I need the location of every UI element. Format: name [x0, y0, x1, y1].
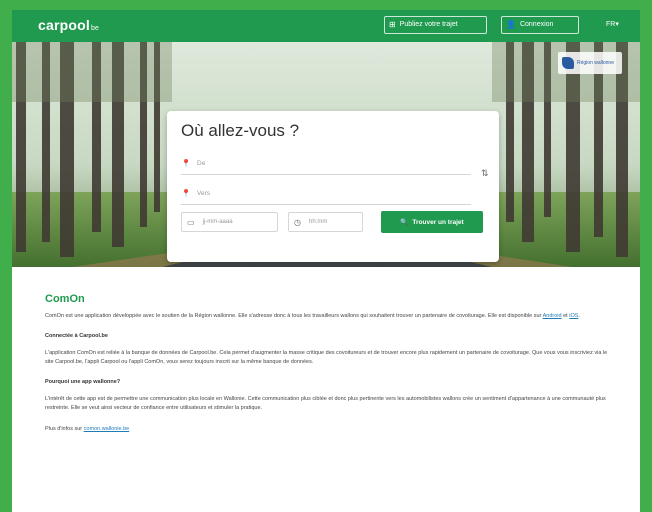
date-placeholder: jj-mm-aaaa	[202, 219, 233, 225]
logo-suffix: be	[90, 25, 100, 32]
subheading-connected: Connectée à Carpool.be	[45, 333, 108, 339]
hero-banner: Région wallonne Où allez-vous ? 📍 De 📍 V…	[12, 42, 640, 267]
clock-icon: ◷	[294, 217, 301, 227]
comon-website-link[interactable]: comon.wallonie.be	[84, 426, 130, 432]
to-placeholder: Vers	[197, 189, 211, 197]
login-button[interactable]: 👤 Connexion	[501, 16, 579, 34]
publish-trip-label: Publiez votre trajet	[399, 21, 458, 28]
date-field[interactable]: ▭ jj-mm-aaaa	[181, 212, 278, 232]
region-wallonne-badge: Région wallonne	[558, 52, 622, 74]
to-field[interactable]: 📍 Vers	[181, 182, 471, 205]
more-info-prefix: Plus d'infos sur	[45, 426, 83, 432]
time-field[interactable]: ◷ hh:mm	[288, 212, 363, 232]
time-placeholder: hh:mm	[308, 219, 328, 225]
location-pin-icon: 📍	[181, 188, 191, 198]
comon-section: ComOn ComOn est une application développ…	[45, 293, 611, 446]
top-navbar: carpoolbe ⊞ Publiez votre trajet 👤 Conne…	[12, 10, 640, 42]
from-placeholder: De	[197, 159, 206, 167]
search-title: Où allez-vous ?	[181, 121, 300, 140]
more-info-line: Plus d'infos sur comon.wallonie.be	[45, 425, 611, 434]
swap-arrows-icon[interactable]: ⇅	[481, 168, 489, 179]
user-icon: 👤	[506, 20, 516, 29]
language-selector[interactable]: FR▾	[606, 20, 619, 28]
rooster-emblem-icon	[562, 57, 574, 69]
search-card: Où allez-vous ? 📍 De 📍 Vers ⇅ ▭ jj-mm-aa…	[167, 111, 499, 262]
find-trip-button[interactable]: 🔍 Trouver un trajet	[381, 211, 483, 233]
publish-trip-button[interactable]: ⊞ Publiez votre trajet	[384, 16, 487, 34]
intro-paragraph: ComOn est une application développée ave…	[45, 312, 611, 321]
carpool-logo[interactable]: carpoolbe	[38, 17, 99, 33]
find-trip-label: Trouver un trajet	[412, 218, 464, 226]
browser-page: carpoolbe ⊞ Publiez votre trajet 👤 Conne…	[12, 10, 640, 512]
logo-text: carpool	[38, 17, 90, 33]
search-icon: 🔍	[400, 219, 409, 226]
badge-text: Région wallonne	[577, 60, 614, 66]
section-title: ComOn	[45, 293, 85, 305]
login-label: Connexion	[519, 21, 554, 28]
location-pin-icon: 📍	[181, 158, 191, 168]
from-field[interactable]: 📍 De	[181, 152, 471, 175]
connected-paragraph: L'application ComOn est reliée à la banq…	[45, 350, 608, 365]
subheading-why: Pourquoi une app wallonne?	[45, 379, 121, 385]
intro-text: ComOn est une application développée ave…	[45, 313, 542, 319]
why-paragraph: L'intérêt de cette app est de permettre …	[45, 396, 606, 411]
intro-end: .	[578, 313, 580, 319]
calendar-icon: ▭	[187, 217, 195, 227]
plus-square-icon: ⊞	[389, 20, 396, 29]
android-link[interactable]: Android	[543, 313, 562, 319]
ios-link[interactable]: iOS	[569, 313, 578, 319]
